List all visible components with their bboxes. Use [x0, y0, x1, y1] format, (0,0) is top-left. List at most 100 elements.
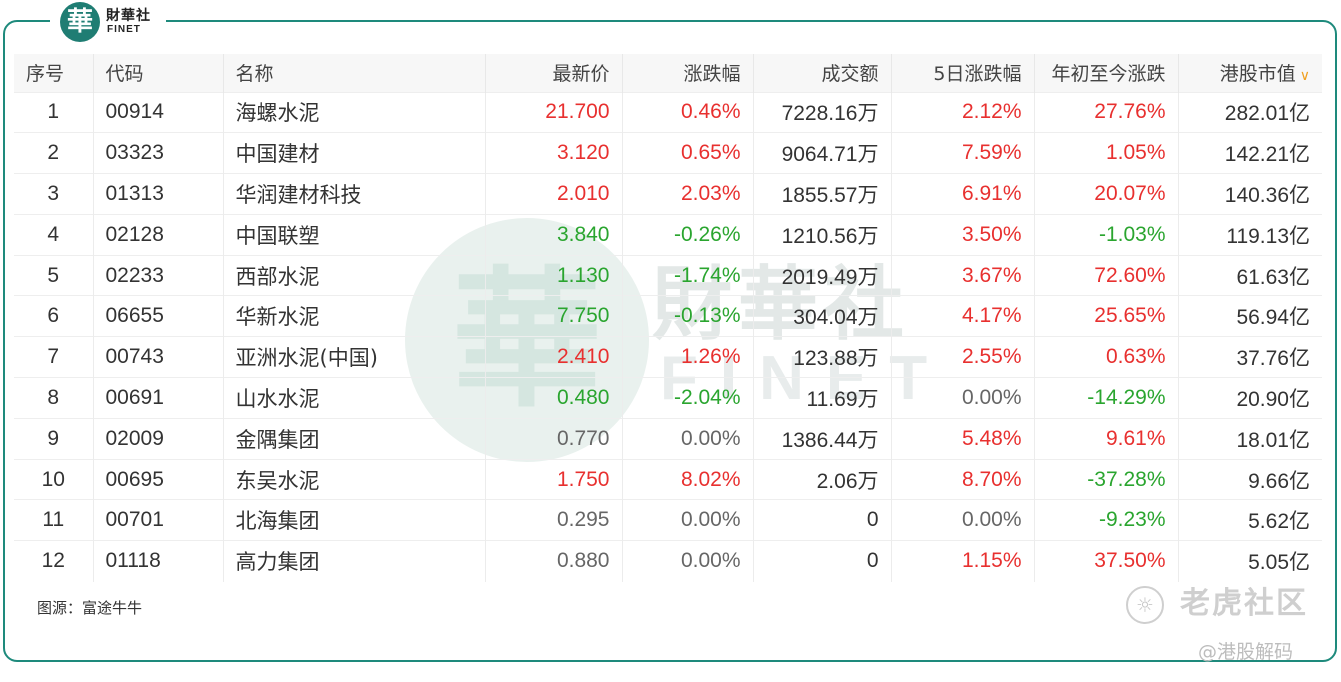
cell-change-ytd: 27.76% — [1034, 91, 1179, 133]
cell-no: 12 — [14, 540, 94, 582]
author-handle: @港股解码 — [1198, 641, 1294, 663]
sort-desc-icon[interactable]: ∨ — [1300, 68, 1310, 84]
cell-turnover: 11.69万 — [753, 377, 892, 419]
header-turnover[interactable]: 成交额 — [753, 54, 892, 92]
cell-market-cap: 119.13亿 — [1178, 213, 1322, 256]
cell-code: 00695 — [93, 458, 224, 500]
brand-name-cn: 財華社 — [106, 8, 151, 24]
cell-no: 11 — [14, 499, 94, 541]
cell-change: 0.00% — [622, 499, 754, 541]
cell-code: 00743 — [93, 336, 224, 378]
cell-code: 02128 — [93, 213, 224, 256]
cell-market-cap: 5.05亿 — [1178, 540, 1322, 582]
cell-name: 华润建材科技 — [223, 173, 486, 215]
cell-name: 东吴水泥 — [223, 458, 486, 500]
cell-name: 山水水泥 — [223, 377, 486, 419]
cell-change-ytd: -9.23% — [1034, 499, 1179, 541]
cell-no: 3 — [14, 173, 94, 215]
cell-price: 3.840 — [485, 213, 623, 256]
tiger-community-label: 老虎社区 — [1180, 586, 1308, 621]
cell-market-cap: 37.76亿 — [1178, 336, 1322, 378]
cell-no: 5 — [14, 254, 94, 296]
table-row[interactable]: 1 00914 海螺水泥 21.700 0.46% 7228.16万 2.12% 27.76%… — [14, 91, 1322, 133]
cell-price: 0.295 — [485, 499, 623, 541]
cell-price: 2.410 — [485, 336, 623, 378]
cell-change-5d: 2.12% — [891, 91, 1035, 133]
cell-change-ytd: 9.61% — [1034, 417, 1179, 460]
cell-change: 0.00% — [622, 540, 754, 582]
cell-market-cap: 9.66亿 — [1178, 458, 1322, 500]
cell-change: 2.03% — [622, 173, 754, 215]
cell-change-5d: 6.91% — [891, 173, 1035, 215]
brand-seal-icon: 華 — [60, 2, 100, 42]
table-row[interactable]: 2 03323 中国建材 3.120 0.65% 9064.71万 7.59% 1.05% 14… — [14, 132, 1322, 174]
cell-turnover: 1386.44万 — [753, 417, 892, 460]
cell-market-cap: 20.90亿 — [1178, 377, 1322, 419]
table-row[interactable]: 12 01118 高力集团 0.880 0.00% 0 1.15% 37.50% 5.05亿 — [14, 540, 1322, 582]
cell-market-cap: 5.62亿 — [1178, 499, 1322, 541]
table-row[interactable]: 9 02009 金隅集团 0.770 0.00% 1386.44万 5.48% 9.61% 18… — [14, 417, 1322, 460]
cell-change-5d: 8.70% — [891, 458, 1035, 500]
cell-change: -0.13% — [622, 295, 754, 337]
header-change-5d[interactable]: 5日涨跌幅 — [891, 54, 1035, 92]
cell-no: 9 — [14, 417, 94, 460]
cell-change-ytd: 37.50% — [1034, 540, 1179, 582]
cell-name: 华新水泥 — [223, 295, 486, 337]
cell-price: 0.770 — [485, 417, 623, 460]
cell-change: -2.04% — [622, 377, 754, 419]
header-price[interactable]: 最新价 — [485, 54, 623, 92]
header-code[interactable]: 代码 — [93, 54, 224, 92]
cell-turnover: 1855.57万 — [753, 173, 892, 215]
cell-change-5d: 3.50% — [891, 213, 1035, 256]
cell-change-ytd: 1.05% — [1034, 132, 1179, 174]
cell-price: 1.130 — [485, 254, 623, 296]
cell-change: -1.74% — [622, 254, 754, 296]
table-row[interactable]: 3 01313 华润建材科技 2.010 2.03% 1855.57万 6.91% 20.07… — [14, 173, 1322, 215]
cell-no: 4 — [14, 213, 94, 256]
table-row[interactable]: 11 00701 北海集团 0.295 0.00% 0 0.00% -9.23% 5.62亿 — [14, 499, 1322, 541]
header-no[interactable]: 序号 — [14, 54, 94, 92]
cell-name: 高力集团 — [223, 540, 486, 582]
cell-turnover: 9064.71万 — [753, 132, 892, 174]
header-name[interactable]: 名称 — [223, 54, 486, 92]
cell-price: 0.880 — [485, 540, 623, 582]
cell-change-5d: 0.00% — [891, 499, 1035, 541]
cell-turnover: 7228.16万 — [753, 91, 892, 133]
cell-change-5d: 2.55% — [891, 336, 1035, 378]
cell-name: 北海集团 — [223, 499, 486, 541]
header-change[interactable]: 涨跌幅 — [622, 54, 754, 92]
cell-no: 10 — [14, 458, 94, 500]
cell-price: 0.480 — [485, 377, 623, 419]
cell-change-ytd: 0.63% — [1034, 336, 1179, 378]
brand-name-en: FINET — [107, 24, 141, 35]
cell-price: 3.120 — [485, 132, 623, 174]
table-row[interactable]: 8 00691 山水水泥 0.480 -2.04% 11.69万 0.00% -14.29% 2… — [14, 377, 1322, 419]
cell-code: 00914 — [93, 91, 224, 133]
cell-code: 01118 — [93, 540, 224, 582]
tiger-community-icon: ☼ — [1126, 586, 1164, 624]
cell-code: 02233 — [93, 254, 224, 296]
table-row[interactable]: 4 02128 中国联塑 3.840 -0.26% 1210.56万 3.50% -1.03%… — [14, 213, 1322, 256]
table-row[interactable]: 5 02233 西部水泥 1.130 -1.74% 2019.49万 3.67% 72.60%… — [14, 254, 1322, 296]
cell-change: 0.46% — [622, 91, 754, 133]
cell-turnover: 1210.56万 — [753, 213, 892, 256]
cell-change: 0.00% — [622, 417, 754, 460]
header-market-cap[interactable]: 港股市值 ∨ — [1178, 54, 1322, 92]
cell-change-ytd: -37.28% — [1034, 458, 1179, 500]
cell-price: 21.700 — [485, 91, 623, 133]
cell-code: 02009 — [93, 417, 224, 460]
cell-turnover: 2.06万 — [753, 458, 892, 500]
cell-turnover: 0 — [753, 540, 892, 582]
table-row[interactable]: 6 06655 华新水泥 7.750 -0.13% 304.04万 4.17% 25.65% 5… — [14, 295, 1322, 337]
cell-no: 1 — [14, 91, 94, 133]
table-row[interactable]: 10 00695 东吴水泥 1.750 8.02% 2.06万 8.70% -37.28% 9.… — [14, 458, 1322, 500]
cell-change-5d: 7.59% — [891, 132, 1035, 174]
cell-change-ytd: 25.65% — [1034, 295, 1179, 337]
cell-change: 0.65% — [622, 132, 754, 174]
cell-name: 西部水泥 — [223, 254, 486, 296]
cell-market-cap: 61.63亿 — [1178, 254, 1322, 296]
table-row[interactable]: 7 00743 亚洲水泥(中国) 2.410 1.26% 123.88万 2.55% 0.63… — [14, 336, 1322, 378]
cell-turnover: 123.88万 — [753, 336, 892, 378]
cell-market-cap: 282.01亿 — [1178, 91, 1322, 133]
header-change-ytd[interactable]: 年初至今涨跌 — [1034, 54, 1179, 92]
